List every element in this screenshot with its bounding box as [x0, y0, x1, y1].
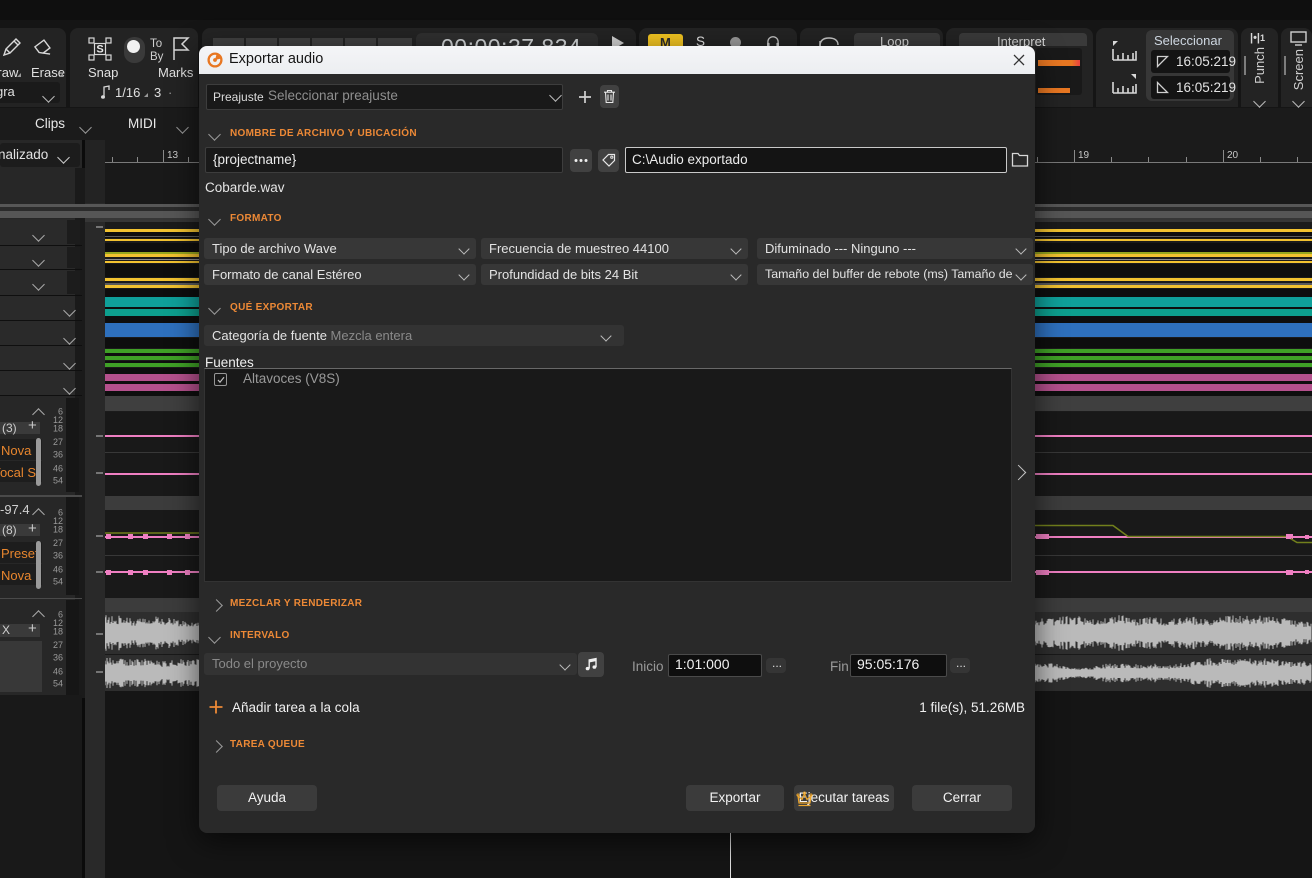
svg-text:46: 46: [53, 464, 63, 474]
svg-text:18: 18: [53, 424, 63, 434]
svg-text:36: 36: [53, 551, 63, 561]
svg-text:S: S: [96, 44, 103, 56]
svg-text:18: 18: [53, 525, 63, 535]
svg-text:18: 18: [53, 627, 63, 637]
svg-text:27: 27: [53, 437, 63, 447]
svg-text:13: 13: [167, 150, 179, 161]
svg-text:36: 36: [53, 450, 63, 460]
svg-text:54: 54: [53, 476, 63, 486]
svg-text:27: 27: [53, 640, 63, 650]
svg-text:19: 19: [1078, 150, 1090, 161]
svg-text:36: 36: [53, 653, 63, 663]
svg-text:54: 54: [53, 679, 63, 689]
svg-text:46: 46: [53, 565, 63, 575]
svg-text:20: 20: [1227, 150, 1239, 161]
svg-text:27: 27: [53, 538, 63, 548]
svg-text:54: 54: [53, 577, 63, 587]
svg-text:46: 46: [53, 667, 63, 677]
